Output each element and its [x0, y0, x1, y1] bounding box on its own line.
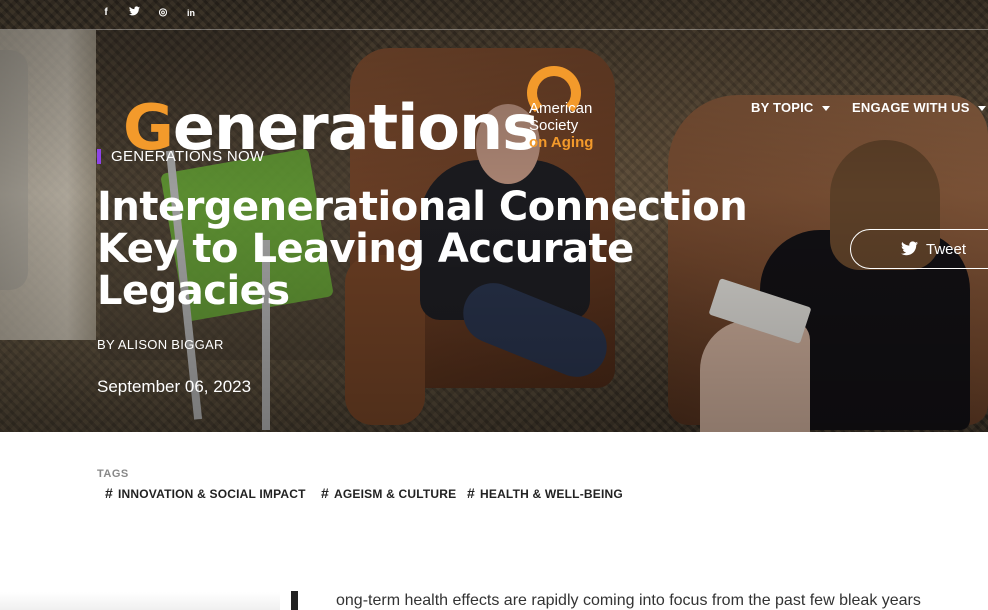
sidebar-shadow — [0, 592, 280, 610]
article-byline: BY ALISON BIGGAR — [97, 337, 224, 352]
instagram-icon[interactable]: ◎ — [155, 6, 171, 20]
tag-label: AGEISM & CULTURE — [334, 487, 457, 501]
tags-label: TAGS — [97, 468, 129, 480]
tag-health-well-being[interactable]: # HEALTH & WELL-BEING — [467, 485, 623, 501]
twitter-icon[interactable] — [126, 6, 142, 20]
article-body-first-line: ong-term health effects are rapidly comi… — [336, 592, 921, 609]
hash-icon: # — [105, 485, 113, 501]
chevron-down-icon — [977, 106, 986, 112]
tag-ageism-culture[interactable]: # AGEISM & CULTURE — [321, 485, 456, 501]
tweet-label: Tweet — [926, 241, 967, 258]
nav-engage-label: ENGAGE WITH US — [852, 100, 970, 115]
hash-icon: # — [467, 485, 475, 501]
article-date: September 06, 2023 — [97, 377, 252, 396]
asa-logo-line3[interactable]: on Aging — [529, 135, 593, 151]
tag-innovation-social-impact[interactable]: # INNOVATION & SOCIAL IMPACT — [105, 485, 306, 501]
section-label[interactable]: GENERATIONS NOW — [111, 149, 264, 165]
nav-engage-with-us[interactable]: ENGAGE WITH US — [852, 100, 986, 115]
tag-label: HEALTH & WELL-BEING — [480, 487, 623, 501]
article-title: Intergenerational Connection Key to Leav… — [97, 184, 748, 314]
nav-by-topic-label: BY TOPIC — [751, 100, 814, 115]
section-accent-bar — [97, 149, 101, 164]
linkedin-icon[interactable]: in — [183, 6, 199, 20]
asa-logo-line1[interactable]: American — [529, 101, 592, 117]
social-bar: f ◎ in — [0, 0, 988, 30]
nav-by-topic[interactable]: BY TOPIC — [751, 100, 830, 115]
drop-cap — [291, 591, 298, 610]
facebook-icon[interactable]: f — [98, 6, 114, 20]
twitter-bird-icon — [901, 241, 918, 256]
asa-logo-line2[interactable]: Society — [529, 118, 578, 134]
hash-icon: # — [321, 485, 329, 501]
tag-label: INNOVATION & SOCIAL IMPACT — [118, 487, 306, 501]
tweet-button[interactable]: Tweet — [850, 229, 988, 269]
hero-banner: f ◎ in Generations American Society on A… — [0, 0, 988, 432]
chevron-down-icon — [821, 106, 830, 112]
